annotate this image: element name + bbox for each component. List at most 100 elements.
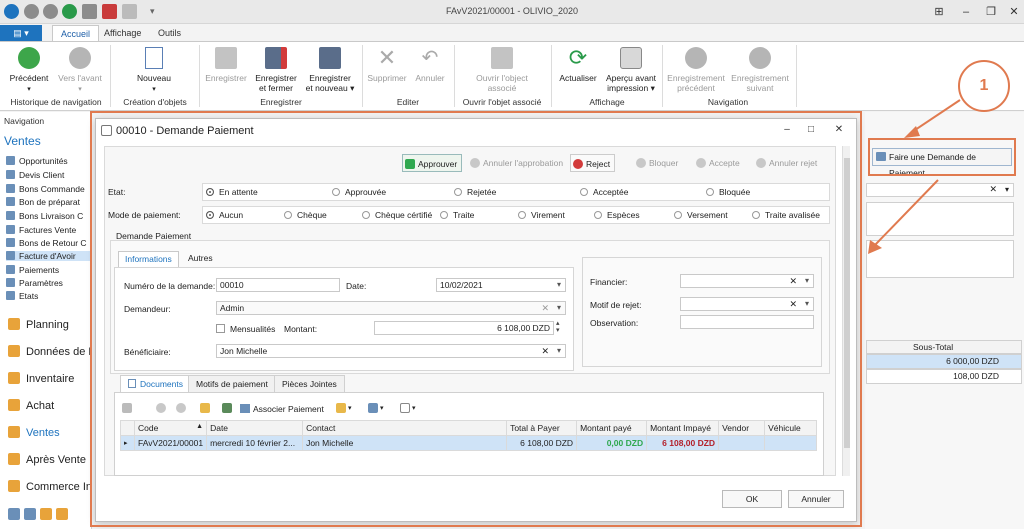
nav-item-facture-avoir[interactable]: Facture d'Avoir — [6, 251, 92, 261]
nav-item-devis[interactable]: Devis Client — [6, 170, 92, 180]
supprimer-label: Supprimer — [367, 73, 407, 83]
enr-prec-label-2: précédent — [677, 83, 715, 93]
nav-item-paiements[interactable]: Paiements — [6, 265, 92, 275]
report-icon — [6, 291, 15, 300]
close-icon[interactable]: ✕ — [1003, 3, 1024, 21]
nav-item-etats[interactable]: Etats — [6, 291, 92, 301]
nav-section-ventes[interactable]: Ventes — [4, 134, 41, 148]
apercu-button[interactable]: Aperçu avant impression ▾ — [602, 47, 660, 93]
nouveau-button[interactable]: Nouveau ▾ — [126, 47, 182, 95]
group-enregistrer-label: Enregistrer — [260, 97, 302, 107]
module-apres-vente[interactable]: Après Vente — [8, 453, 92, 466]
tab-accueil[interactable]: Accueil — [52, 25, 100, 41]
window-title: FAvV2021/00001 - OLIVIO_2020 — [446, 6, 578, 16]
module-planning[interactable]: Planning — [8, 318, 92, 331]
precedent-label: Précédent — [9, 73, 49, 83]
settings-icon — [6, 278, 15, 287]
enregistrer-fermer-label-2: et fermer — [258, 83, 293, 93]
enr-suiv-label-1: Enregistrement — [731, 73, 789, 83]
open-object-icon — [491, 47, 513, 69]
credit-note-icon — [6, 251, 15, 260]
module-label: Achat — [26, 400, 55, 412]
enregistrer-fermer-button[interactable]: Enregistrer et fermer — [252, 47, 300, 93]
nav-item-factures-vente[interactable]: Factures Vente — [6, 225, 92, 235]
sales-icon — [8, 426, 20, 438]
cart-icon — [8, 399, 20, 411]
bottom-nav-icon[interactable] — [56, 508, 68, 520]
restore-icon[interactable]: ❐ — [980, 3, 1002, 21]
save-icon — [215, 47, 237, 69]
nav-item-opportunites[interactable]: Opportunités — [6, 156, 92, 166]
ribbon-separator — [454, 45, 455, 107]
enregistrer-button[interactable]: Enregistrer — [202, 47, 250, 83]
annotation-arrows — [868, 99, 961, 254]
payment-icon — [6, 265, 15, 274]
opportunity-icon — [6, 156, 15, 165]
ribbon-separator — [551, 45, 552, 107]
file-menu-button[interactable]: ▤ ▾ — [0, 25, 42, 41]
quote-icon — [6, 170, 15, 179]
background-table: Sous-Total 6 000,00 DZD 108,00 DZD — [866, 340, 1022, 384]
return-icon — [6, 238, 15, 247]
nav-item-bon-preparation[interactable]: Bon de préparat — [6, 197, 92, 207]
module-ventes[interactable]: Ventes — [8, 426, 92, 439]
module-achat[interactable]: Achat — [8, 399, 92, 412]
nav-item-label: Facture d'Avoir — [19, 251, 76, 261]
actualiser-button[interactable]: ⟳ Actualiser — [556, 47, 600, 84]
module-label: Données de B — [26, 346, 92, 358]
ribbon-display-icon[interactable]: ⊞ — [928, 3, 950, 21]
supprimer-button[interactable]: ✕ Supprimer — [366, 47, 408, 84]
group-ouvrir-label: Ouvrir l'objet associé — [462, 97, 542, 107]
bottom-nav-icon[interactable] — [40, 508, 52, 520]
nav-item-bons-commande[interactable]: Bons Commande — [6, 184, 92, 194]
data-icon — [8, 345, 20, 357]
minimize-icon[interactable]: – — [955, 3, 977, 21]
new-document-icon — [145, 47, 163, 69]
ouvrir-objet-button[interactable]: Ouvrir l'object associé — [464, 47, 540, 93]
bottom-nav-icon[interactable] — [24, 508, 36, 520]
module-label: Après Vente — [26, 454, 86, 466]
ribbon-separator — [199, 45, 200, 107]
nouveau-label: Nouveau — [136, 73, 172, 83]
preparation-icon — [6, 197, 15, 206]
nav-item-bons-livraison[interactable]: Bons Livraison C — [6, 211, 92, 221]
enregistrement-suivant-button[interactable]: Enregistrement suivant — [728, 47, 792, 93]
module-inventaire[interactable]: Inventaire — [8, 372, 92, 385]
module-label: Ventes — [26, 427, 60, 439]
annotation-arrow-line — [911, 99, 961, 133]
clear-icon[interactable]: ✕ — [989, 184, 997, 195]
annotation-arrow-line — [873, 179, 939, 247]
module-donnees[interactable]: Données de B — [8, 345, 92, 358]
order-icon — [6, 184, 15, 193]
planning-icon — [8, 318, 20, 330]
sous-total-cell: 108,00 DZD — [866, 369, 1022, 384]
module-commerce[interactable]: Commerce In — [8, 480, 92, 493]
nav-item-bons-retour[interactable]: Bons de Retour C — [6, 238, 92, 248]
navigation-header: Navigation — [4, 116, 45, 126]
arrow-right-icon — [69, 47, 91, 69]
chevron-down-icon[interactable]: ▾ — [1005, 185, 1009, 194]
after-sales-icon — [8, 453, 20, 465]
ribbon-separator — [362, 45, 363, 107]
tab-outils[interactable]: Outils — [150, 25, 189, 41]
bottom-nav-icon[interactable] — [8, 508, 20, 520]
module-label: Inventaire — [26, 373, 75, 385]
vers-avant-label: Vers l'avant — [58, 73, 102, 83]
commerce-icon — [8, 480, 20, 492]
vers-avant-button[interactable]: Vers l'avant ▾ — [56, 47, 104, 95]
enregistrer-nouveau-button[interactable]: Enregistrer et nouveau ▾ — [302, 47, 358, 93]
module-label: Commerce In — [26, 481, 92, 493]
enr-prec-label-1: Enregistrement — [667, 73, 725, 83]
ribbon-separator — [110, 45, 111, 107]
enregistrement-precedent-button[interactable]: Enregistrement précédent — [664, 47, 728, 93]
apercu-label-2: impression — [607, 83, 649, 93]
ouvrir-label-1: Ouvrir l'object — [476, 73, 528, 83]
annuler-ribbon-button[interactable]: ↶ Annuler — [412, 47, 448, 83]
sous-total-cell: 6 000,00 DZD — [866, 354, 1022, 369]
group-navigation-label: Navigation — [707, 97, 749, 107]
inventory-icon — [8, 372, 20, 384]
precedent-button[interactable]: Précédent ▾ — [8, 47, 50, 95]
invoice-icon — [6, 225, 15, 234]
nav-item-parametres[interactable]: Paramètres — [6, 278, 92, 288]
tab-affichage[interactable]: Affichage — [96, 25, 149, 41]
